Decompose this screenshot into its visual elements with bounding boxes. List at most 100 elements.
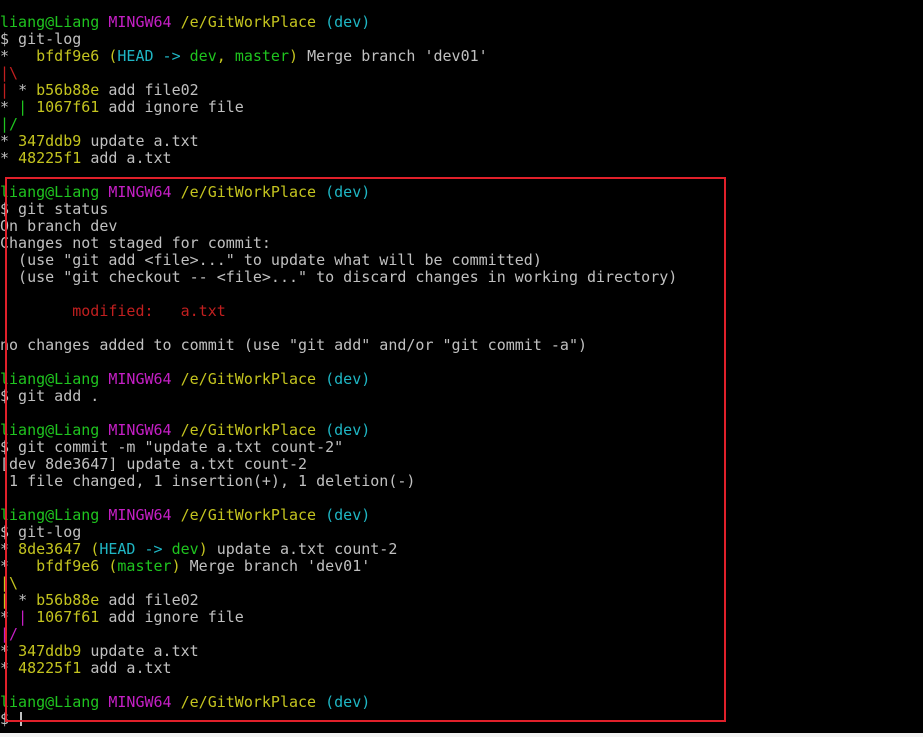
terminal-text-segment: 347ddb9 xyxy=(18,133,91,150)
terminal-text-segment: 347ddb9 xyxy=(18,643,91,660)
terminal-line: (use "git add <file>..." to update what … xyxy=(0,252,923,269)
terminal-text-segment: * xyxy=(0,150,19,167)
terminal-line: * bfdf9e6 (HEAD -> dev, master) Merge br… xyxy=(0,48,923,65)
terminal-text-segment: /e/GitWorkPlace xyxy=(180,694,317,711)
terminal-text-segment: dev xyxy=(171,541,199,558)
terminal-line: liang@Liang MINGW64 /e/GitWorkPlace (dev… xyxy=(0,184,923,201)
terminal-text-segment: 1067f61 xyxy=(36,609,109,626)
terminal-text-segment: $ git-log xyxy=(0,524,82,541)
terminal-line: $ git-log xyxy=(0,31,923,48)
terminal-text-segment: $ xyxy=(0,711,19,728)
terminal-text-segment: $ git add . xyxy=(0,388,100,405)
terminal-text-segment: master xyxy=(234,48,289,65)
terminal-line: 1 file changed, 1 insertion(+), 1 deleti… xyxy=(0,473,923,490)
terminal-line: $ git add . xyxy=(0,388,923,405)
terminal-text-segment: (dev) xyxy=(316,422,371,439)
terminal-text-segment: 48225f1 xyxy=(18,660,91,677)
terminal-text-segment: |/ xyxy=(0,626,19,643)
terminal-text-segment: $ git-log xyxy=(0,31,82,48)
terminal-text-segment: ) xyxy=(289,48,308,65)
terminal-text-segment: * xyxy=(0,660,19,677)
terminal-text-segment: * xyxy=(0,541,19,558)
terminal-text-segment: /e/GitWorkPlace xyxy=(180,184,317,201)
terminal-text-segment: dev xyxy=(189,48,217,65)
terminal-line: liang@Liang MINGW64 /e/GitWorkPlace (dev… xyxy=(0,694,923,711)
terminal-line: |\ xyxy=(0,575,923,592)
terminal-text-segment: [dev 8de3647] update a.txt count-2 xyxy=(0,456,308,473)
terminal-line: * | 1067f61 add ignore file xyxy=(0,609,923,626)
terminal-text-segment: liang@Liang xyxy=(0,184,109,201)
terminal-text-segment: * xyxy=(0,609,19,626)
terminal-text-segment: ) xyxy=(198,541,217,558)
terminal-line: $ git commit -m "update a.txt count-2" xyxy=(0,439,923,456)
terminal-line: On branch dev xyxy=(0,218,923,235)
terminal-line: $ git status xyxy=(0,201,923,218)
terminal-line: * | 1067f61 add ignore file xyxy=(0,99,923,116)
terminal-line: * 347ddb9 update a.txt xyxy=(0,643,923,660)
terminal-text-segment: | xyxy=(0,592,19,609)
terminal-text-segment: | xyxy=(18,609,37,626)
terminal-line: * 48225f1 add a.txt xyxy=(0,660,923,677)
terminal-text-segment: add a.txt xyxy=(90,150,172,167)
terminal-text-segment: 1067f61 xyxy=(36,99,109,116)
terminal-text-segment: /e/GitWorkPlace xyxy=(180,14,317,31)
terminal-text-segment: update a.txt xyxy=(90,133,199,150)
terminal-line: | * b56b88e add file02 xyxy=(0,592,923,609)
terminal-line: liang@Liang MINGW64 /e/GitWorkPlace (dev… xyxy=(0,371,923,388)
terminal-text-segment: modified: a.txt xyxy=(0,303,226,320)
terminal-line: $ git-log xyxy=(0,524,923,541)
terminal-text-segment: |\ xyxy=(0,575,19,592)
terminal-text-segment: MINGW64 xyxy=(108,14,181,31)
terminal-text-segment: (dev) xyxy=(316,507,371,524)
terminal-text-segment: MINGW64 xyxy=(108,694,181,711)
terminal-text-segment: add ignore file xyxy=(108,609,244,626)
window-bottom-edge xyxy=(0,733,923,737)
terminal-text-segment: | xyxy=(18,99,37,116)
terminal-text-segment: , xyxy=(216,48,235,65)
terminal-text-segment: (dev) xyxy=(316,14,371,31)
terminal-text-segment: (dev) xyxy=(316,184,371,201)
text-cursor xyxy=(20,712,23,726)
terminal-text-segment: update a.txt xyxy=(90,643,199,660)
terminal-line: modified: a.txt xyxy=(0,303,923,320)
terminal-text-segment: MINGW64 xyxy=(108,507,181,524)
terminal-text-segment: no changes added to commit (use "git add… xyxy=(0,337,587,354)
terminal-text-segment: * xyxy=(0,558,37,575)
terminal-text-segment: /e/GitWorkPlace xyxy=(180,371,317,388)
terminal-line: no changes added to commit (use "git add… xyxy=(0,337,923,354)
terminal-text-segment: (use "git add <file>..." to update what … xyxy=(0,252,542,269)
terminal-text-segment: * xyxy=(0,133,19,150)
terminal-text-segment: update a.txt count-2 xyxy=(216,541,398,558)
terminal-text-segment: /e/GitWorkPlace xyxy=(180,507,317,524)
terminal-text-segment: * xyxy=(0,99,19,116)
terminal-text-segment: (dev) xyxy=(316,371,371,388)
terminal-text-segment: Merge branch 'dev01' xyxy=(307,48,488,65)
terminal-text-segment: $ git status xyxy=(0,201,109,218)
terminal-text-segment: add file02 xyxy=(108,592,199,609)
terminal-line: liang@Liang MINGW64 /e/GitWorkPlace (dev… xyxy=(0,507,923,524)
terminal-line: * 8de3647 (HEAD -> dev) update a.txt cou… xyxy=(0,541,923,558)
terminal-text-segment: HEAD -> xyxy=(99,541,172,558)
terminal-text-segment: Merge branch 'dev01' xyxy=(189,558,371,575)
terminal-text-segment: add ignore file xyxy=(108,99,244,116)
terminal-text-segment: /e/GitWorkPlace xyxy=(180,422,317,439)
terminal-line: * 347ddb9 update a.txt xyxy=(0,133,923,150)
terminal-text-segment: MINGW64 xyxy=(108,371,181,388)
terminal-text-segment: b56b88e xyxy=(36,592,109,609)
terminal-line: $ xyxy=(0,711,923,728)
terminal-line: |/ xyxy=(0,626,923,643)
terminal-text-segment: ( xyxy=(90,541,100,558)
terminal-text-segment: * xyxy=(0,48,37,65)
terminal-text-segment: 8de3647 xyxy=(18,541,91,558)
terminal-line: * 48225f1 add a.txt xyxy=(0,150,923,167)
terminal-line: liang@Liang MINGW64 /e/GitWorkPlace (dev… xyxy=(0,14,923,31)
terminal-output[interactable]: liang@Liang MINGW64 /e/GitWorkPlace (dev… xyxy=(0,14,923,728)
terminal-text-segment: add a.txt xyxy=(90,660,172,677)
terminal-line: | * b56b88e add file02 xyxy=(0,82,923,99)
terminal-text-segment: 48225f1 xyxy=(18,150,91,167)
terminal-text-segment: (use "git checkout -- <file>..." to disc… xyxy=(0,269,678,286)
terminal-text-segment: | xyxy=(0,82,19,99)
